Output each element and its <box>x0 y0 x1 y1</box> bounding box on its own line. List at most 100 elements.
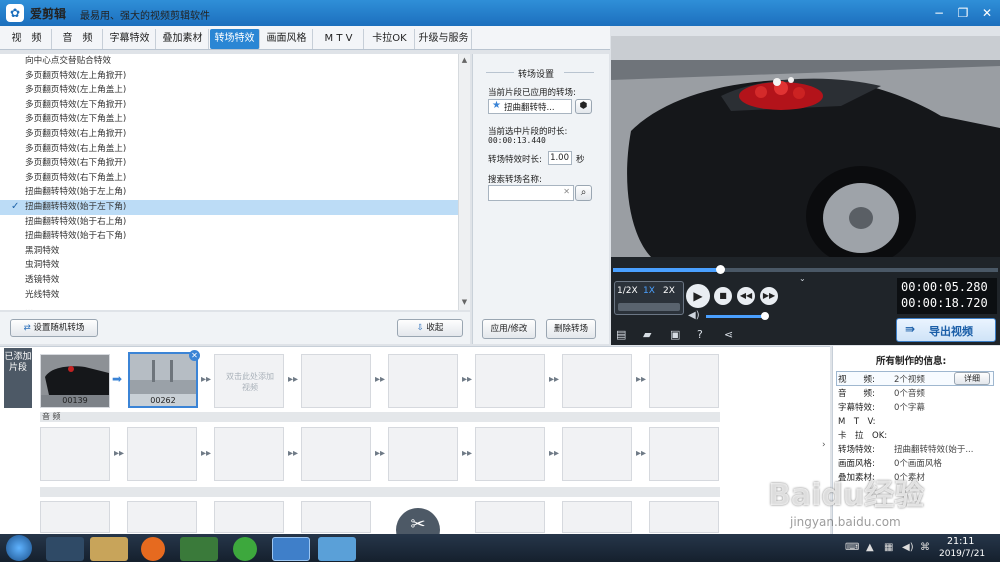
tab-picture-style[interactable]: 画面风格 <box>261 29 313 49</box>
search-button[interactable]: ⌕ <box>575 185 592 201</box>
maximize-button[interactable]: ❐ <box>952 3 974 23</box>
video-preview[interactable] <box>611 36 1000 257</box>
audio-slot[interactable] <box>562 427 632 481</box>
list-item[interactable]: 光线特效 <box>0 288 458 303</box>
effect-duration-input[interactable]: 1.00 <box>548 151 572 165</box>
list-item[interactable]: 扭曲翻转特效(始于左上角) <box>0 185 458 200</box>
update-app-taskbar-icon[interactable] <box>233 537 257 561</box>
tab-video[interactable]: 视 频 <box>2 29 52 49</box>
list-item[interactable]: 多页翻页特效(右上角掀开) <box>0 127 458 142</box>
keyboard-tray-icon[interactable]: ⌨ <box>845 542 859 553</box>
scroll-up-icon[interactable]: ▲ <box>460 56 469 66</box>
audio-slot[interactable] <box>214 427 284 481</box>
empty-slot[interactable] <box>301 501 371 533</box>
share-icon[interactable]: ⋖ <box>724 328 733 341</box>
empty-slot[interactable] <box>649 501 719 533</box>
empty-slot[interactable] <box>562 354 632 408</box>
audio-slot[interactable] <box>301 427 371 481</box>
volume-handle[interactable] <box>761 312 769 320</box>
start-button-icon[interactable] <box>6 535 32 561</box>
aijianji-taskbar-icon[interactable] <box>272 537 310 561</box>
export-video-button[interactable]: ⇛ 导出视频 <box>896 318 996 342</box>
tab-upgrade-service[interactable]: 升级与服务 <box>416 29 472 49</box>
remove-clip-icon[interactable]: ✕ <box>189 350 200 361</box>
list-item[interactable]: 多页翻页特效(左上角盖上) <box>0 83 458 98</box>
file-explorer-taskbar-icon[interactable] <box>90 537 128 561</box>
empty-slot[interactable] <box>475 354 545 408</box>
empty-slot[interactable] <box>40 501 110 533</box>
chevron-down-icon[interactable]: ⌄ <box>799 274 806 283</box>
list-item[interactable]: 多页翻页特效(右上角盖上) <box>0 142 458 157</box>
list-scrollbar[interactable]: ▲ ▼ <box>458 54 470 310</box>
speed-half[interactable]: 1/2X <box>617 286 638 296</box>
search-transition-input[interactable]: ✕ <box>488 185 574 201</box>
next-frame-button[interactable]: ▶▶ <box>760 287 778 305</box>
added-clips-tab[interactable]: 已添加片段 <box>4 348 32 408</box>
tab-transitions[interactable]: 转场特效 <box>210 29 260 49</box>
clock-date[interactable]: 2019/7/21 <box>939 549 985 559</box>
audio-slot[interactable] <box>127 427 197 481</box>
add-video-slot[interactable]: 双击此处添加视频 <box>214 354 284 408</box>
tab-mtv[interactable]: M T V <box>314 29 364 49</box>
paint-app-taskbar-icon[interactable] <box>318 537 356 561</box>
volume-icon[interactable]: ◀) <box>688 310 700 321</box>
empty-slot[interactable] <box>649 354 719 408</box>
volume-slider[interactable] <box>706 315 766 318</box>
transition-arrow-icon[interactable]: ➡ <box>112 372 122 386</box>
list-item[interactable]: 多页翻页特效(左下角盖上) <box>0 112 458 127</box>
empty-slot[interactable] <box>388 354 458 408</box>
empty-slot[interactable] <box>475 501 545 533</box>
empty-slot[interactable] <box>127 501 197 533</box>
list-item[interactable]: 多页翻页特效(右下角掀开) <box>0 156 458 171</box>
tab-overlay[interactable]: 叠加素材 <box>157 29 209 49</box>
close-button[interactable]: ✕ <box>976 3 998 23</box>
empty-slot[interactable] <box>214 501 284 533</box>
clear-icon[interactable]: ✕ <box>563 187 570 196</box>
list-item[interactable]: 多页翻页特效(左上角掀开) <box>0 69 458 84</box>
volume-tray-icon[interactable]: ◀) <box>902 542 914 553</box>
media-app-taskbar-icon[interactable] <box>180 537 218 561</box>
audio-slot[interactable] <box>40 427 110 481</box>
apply-modify-button[interactable]: 应用/修改 <box>482 319 536 339</box>
locate-transition-button[interactable]: ⬢ <box>575 99 592 114</box>
list-item[interactable]: 透镜特效 <box>0 273 458 288</box>
empty-slot[interactable] <box>562 501 632 533</box>
stop-button[interactable]: ■ <box>714 287 732 305</box>
detail-button[interactable]: 详细 <box>954 372 990 385</box>
list-item[interactable]: 多页翻页特效(右下角盖上) <box>0 171 458 186</box>
firefox-taskbar-icon[interactable] <box>141 537 165 561</box>
clock-time[interactable]: 21:11 <box>947 536 974 547</box>
tab-karaoke[interactable]: 卡拉OK <box>365 29 415 49</box>
prev-frame-button[interactable]: ◀◀ <box>737 287 755 305</box>
list-item[interactable]: 扭曲翻转特效(始于右上角) <box>0 215 458 230</box>
speed-normal[interactable]: 1X <box>643 286 655 296</box>
minimize-button[interactable]: − <box>928 3 950 23</box>
list-item[interactable]: 扭曲翻转特效(始于右下角) <box>0 229 458 244</box>
list-item[interactable]: 向中心点交替贴合特效 <box>0 54 458 69</box>
empty-slot[interactable] <box>301 354 371 408</box>
list-item[interactable]: 多页翻页特效(左下角掀开) <box>0 98 458 113</box>
new-project-icon[interactable]: ▤ <box>616 328 626 341</box>
speed-double[interactable]: 2X <box>663 286 675 296</box>
collapse-button[interactable]: ⇩ 收起 <box>397 319 463 337</box>
delete-transition-button[interactable]: 删除转场 <box>546 319 596 339</box>
list-item[interactable]: ... <box>0 302 458 310</box>
tray-icon[interactable]: ▲ <box>866 542 874 553</box>
list-item[interactable]: 黑洞特效 <box>0 244 458 259</box>
help-icon[interactable]: ? <box>697 328 703 341</box>
frame-step-bar[interactable] <box>618 303 680 311</box>
media-player-taskbar-icon[interactable] <box>46 537 84 561</box>
save-icon[interactable]: ▣ <box>670 328 680 341</box>
play-button[interactable]: ▶ <box>686 284 710 308</box>
tab-audio[interactable]: 音 频 <box>53 29 103 49</box>
audio-slot[interactable] <box>475 427 545 481</box>
expand-panel-icon[interactable]: › <box>822 440 826 450</box>
network-tray-icon[interactable]: ▦ <box>884 542 893 553</box>
scroll-down-icon[interactable]: ▼ <box>460 298 469 308</box>
input-tray-icon[interactable]: ⌘ <box>920 542 930 553</box>
seek-handle[interactable] <box>716 265 725 274</box>
audio-slot[interactable] <box>388 427 458 481</box>
audio-slot[interactable] <box>649 427 719 481</box>
tab-subtitle-effects[interactable]: 字幕特效 <box>104 29 156 49</box>
list-item[interactable]: 虫洞特效 <box>0 258 458 273</box>
